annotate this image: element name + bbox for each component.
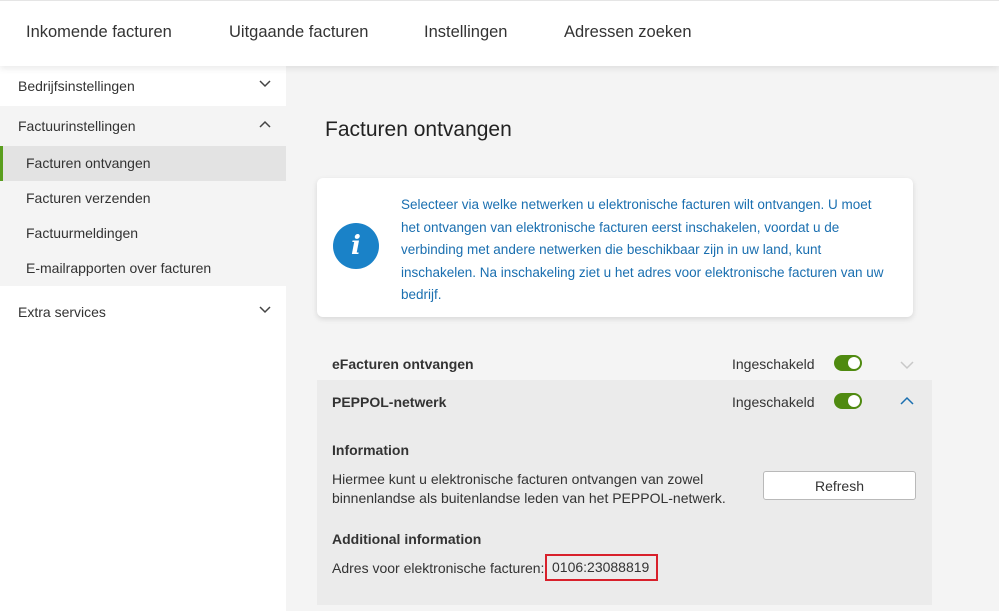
efacturen-toggle[interactable]: [834, 355, 862, 371]
sidebar-group-factuurinstellingen[interactable]: Factuurinstellingen: [0, 106, 286, 146]
tab-uitgaande-facturen[interactable]: Uitgaande facturen: [229, 23, 368, 42]
info-text: Selecteer via welke netwerken u elektron…: [401, 197, 884, 302]
status-text: Ingeschakeld: [732, 394, 815, 410]
einvoice-address-value: 0106:23088819: [545, 554, 658, 581]
status-text: Ingeschakeld: [732, 356, 815, 372]
peppol-toggle[interactable]: [834, 393, 862, 409]
chevron-down-icon: [259, 80, 271, 88]
sidebar-item-facturen-ontvangen[interactable]: Facturen ontvangen: [0, 146, 286, 181]
sidebar-group-label: Factuurinstellingen: [18, 118, 136, 134]
peppol-description: Hiermee kunt u elektronische facturen on…: [332, 471, 726, 506]
top-navigation: Inkomende facturen Uitgaande facturen In…: [0, 0, 999, 66]
tab-instellingen[interactable]: Instellingen: [424, 23, 507, 42]
sidebar-item-e-mailrapporten[interactable]: E-mailrapporten over facturen: [0, 251, 286, 286]
sidebar-group-label: Bedrijfsinstellingen: [18, 78, 135, 94]
sidebar-item-label: E-mailrapporten over facturen: [26, 260, 212, 276]
refresh-button[interactable]: Refresh: [763, 471, 916, 500]
chevron-up-icon: [259, 120, 271, 128]
peppol-label: PEPPOL-netwerk: [332, 394, 447, 410]
sidebar: Bedrijfsinstellingen Factuurinstellingen…: [0, 66, 286, 611]
chevron-up-icon[interactable]: [899, 396, 915, 406]
sidebar-group-extra-services[interactable]: Extra services: [0, 292, 286, 332]
sidebar-item-facturen-verzenden[interactable]: Facturen verzenden: [0, 181, 286, 216]
info-card: i Selecteer via welke netwerken u elektr…: [317, 178, 913, 317]
sidebar-item-label: Factuurmeldingen: [26, 225, 139, 241]
sidebar-item-label: Facturen ontvangen: [26, 155, 151, 171]
information-heading: Information: [332, 442, 409, 458]
main-content: Facturen ontvangen i Selecteer via welke…: [286, 66, 999, 611]
sidebar-group-bedrijfsinstellingen[interactable]: Bedrijfsinstellingen: [0, 66, 286, 106]
sidebar-item-factuurmeldingen[interactable]: Factuurmeldingen: [0, 216, 286, 251]
info-icon: i: [333, 223, 379, 269]
sidebar-item-label: Facturen verzenden: [26, 190, 151, 206]
row-label: eFacturen ontvangen: [332, 356, 474, 372]
sidebar-group-label: Extra services: [18, 304, 106, 320]
chevron-down-icon[interactable]: [899, 360, 915, 370]
address-label: Adres voor elektronische facturen:: [332, 560, 545, 576]
peppol-panel: PEPPOL-netwerk Ingeschakeld Information …: [317, 380, 932, 605]
additional-information-heading: Additional information: [332, 531, 482, 547]
chevron-down-icon: [259, 306, 271, 314]
tab-inkomende-facturen[interactable]: Inkomende facturen: [26, 23, 172, 42]
page-title: Facturen ontvangen: [325, 118, 512, 141]
tab-adressen-zoeken[interactable]: Adressen zoeken: [564, 23, 692, 42]
